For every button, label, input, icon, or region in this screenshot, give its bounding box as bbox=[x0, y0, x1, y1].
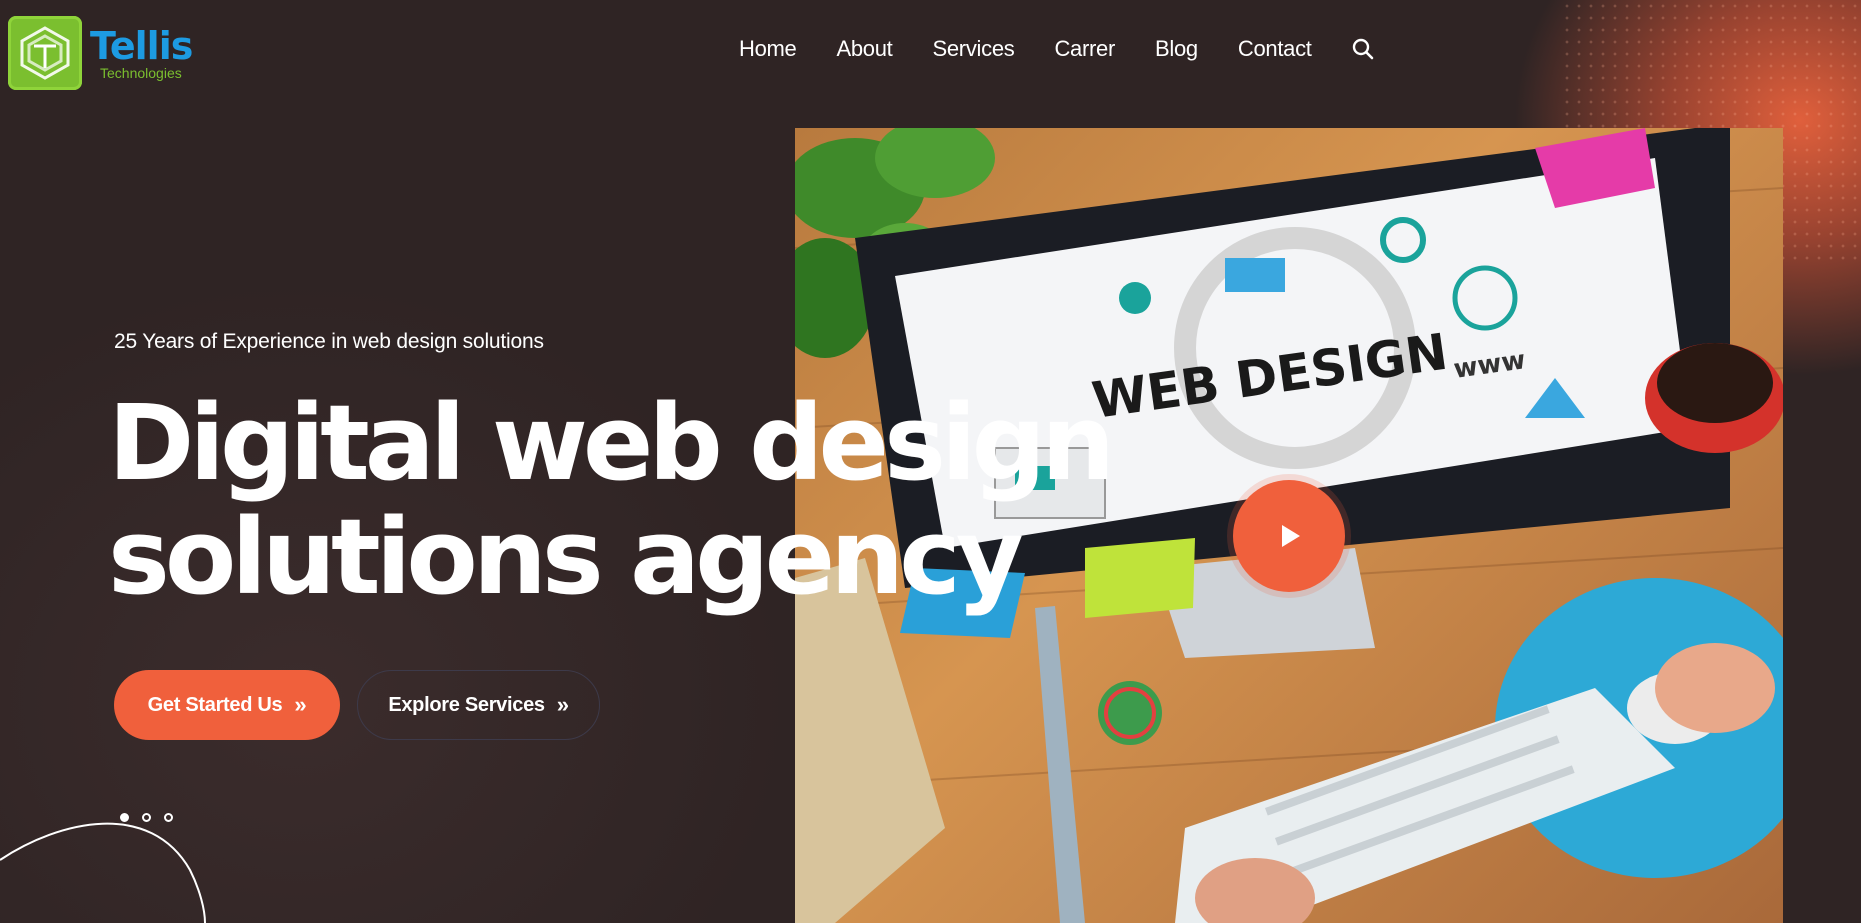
logo-mark-icon bbox=[8, 16, 82, 90]
hero-headline: Digital web design solutions agency bbox=[108, 382, 1115, 618]
hero-eyebrow: 25 Years of Experience in web design sol… bbox=[114, 330, 544, 353]
nav-item-carrer[interactable]: Carrer bbox=[1054, 36, 1115, 62]
get-started-label: Get Started Us bbox=[147, 693, 283, 716]
hero-headline-line2: solutions agency bbox=[108, 496, 1024, 618]
play-video-button[interactable] bbox=[1233, 480, 1345, 592]
get-started-button[interactable]: Get Started Us » bbox=[114, 670, 340, 740]
slider-dot-2[interactable] bbox=[142, 813, 151, 822]
slider-dot-1[interactable] bbox=[120, 813, 129, 822]
decorative-curve bbox=[0, 822, 206, 923]
main-nav: Home About Services Carrer Blog Contact bbox=[739, 36, 1374, 62]
play-icon bbox=[1282, 525, 1300, 547]
nav-item-services[interactable]: Services bbox=[933, 36, 1015, 62]
hero-headline-line1: Digital web design bbox=[108, 382, 1115, 504]
slider-pagination bbox=[120, 813, 173, 822]
double-chevron-right-icon: » bbox=[294, 692, 307, 717]
explore-services-button[interactable]: Explore Services » bbox=[357, 670, 600, 740]
nav-item-home[interactable]: Home bbox=[739, 36, 797, 62]
explore-services-label: Explore Services bbox=[388, 693, 545, 716]
double-chevron-right-icon: » bbox=[556, 692, 569, 717]
brand-name: Tellis bbox=[90, 23, 193, 68]
brand-logo[interactable]: Tellis Technologies bbox=[8, 16, 193, 90]
nav-item-contact[interactable]: Contact bbox=[1238, 36, 1312, 62]
nav-item-blog[interactable]: Blog bbox=[1155, 36, 1198, 62]
brand-tagline: Technologies bbox=[100, 64, 182, 81]
search-icon[interactable] bbox=[1352, 38, 1374, 60]
slider-dot-3[interactable] bbox=[164, 813, 173, 822]
nav-item-about[interactable]: About bbox=[837, 36, 893, 62]
